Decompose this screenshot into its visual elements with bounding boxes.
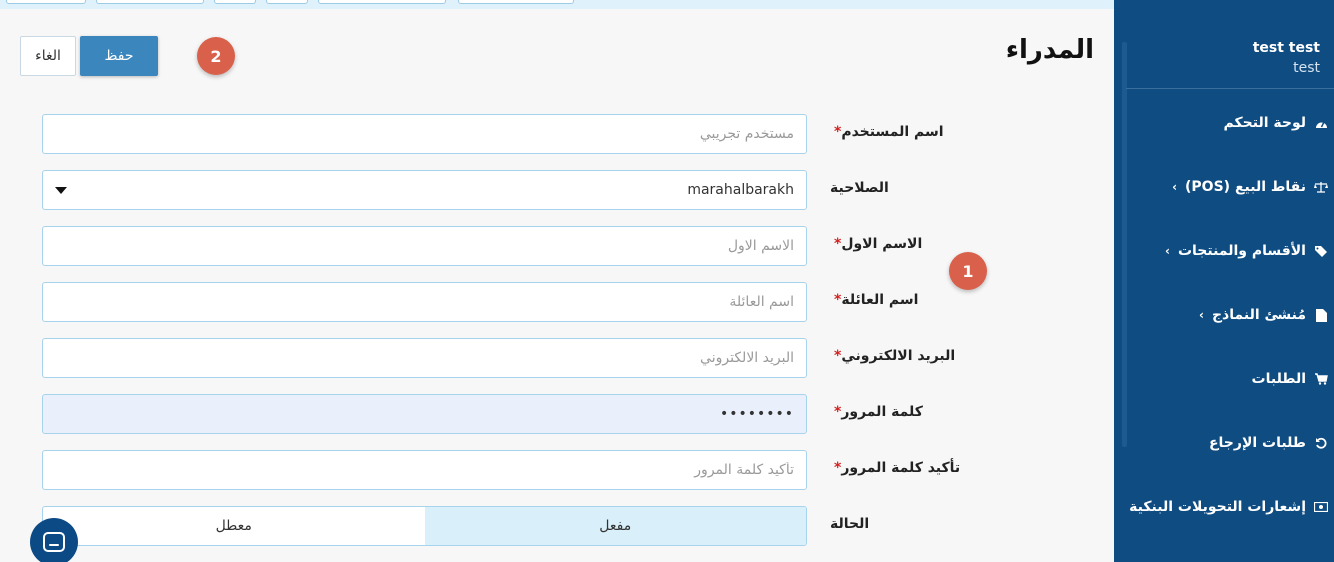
caret-down-icon (55, 187, 67, 194)
scale-icon (1314, 180, 1328, 194)
chevron-left-icon: ‹ (1165, 244, 1170, 258)
status-label: الحالة (830, 516, 870, 532)
first-name-label: الاسم الاول* (834, 236, 923, 252)
sidebar-item-label: طلبات الإرجاع (1208, 435, 1306, 451)
chat-launcher-button[interactable] (30, 518, 78, 562)
status-option-disabled[interactable]: معطل (43, 507, 425, 545)
chevron-left-icon: ‹ (1172, 180, 1178, 194)
user-role: test (1293, 60, 1320, 76)
toolbar-button[interactable] (6, 0, 86, 4)
first-name-input[interactable] (42, 226, 807, 266)
form-row-username: اسم المستخدم* (0, 114, 1114, 154)
sidebar-item-form-builder[interactable]: مُنشئ النماذج ‹ (1124, 300, 1334, 330)
sidebar-item-categories-products[interactable]: الأقسام والمنتجات ‹ (1124, 236, 1334, 266)
sidebar-item-label: الطلبات (1251, 371, 1306, 387)
sidebar-item-bank-transfers[interactable]: إشعارات التحويلات البنكية (1124, 492, 1334, 522)
sidebar-item-label: الأقسام والمنتجات (1177, 243, 1306, 259)
file-icon (1314, 308, 1328, 322)
confirm-password-label: تأكيد كلمة المرور* (834, 460, 961, 476)
sidebar: test test test لوحة التحكم نقاط البيع (P… (1114, 0, 1334, 562)
form-row-password: كلمة المرور* (0, 394, 1114, 434)
sidebar-item-label: إشعارات التحويلات البنكية (1129, 499, 1306, 515)
logo (1154, 0, 1334, 14)
money-icon (1314, 500, 1328, 514)
form-row-last-name: اسم العائلة* (0, 282, 1114, 322)
password-input[interactable] (42, 394, 807, 434)
chevron-left-icon: ‹ (1199, 308, 1204, 322)
role-label: الصلاحية (830, 180, 889, 196)
confirm-password-input[interactable] (42, 450, 807, 490)
user-name: test test (1252, 40, 1320, 56)
role-select-value: marahalbarakh (687, 182, 794, 198)
username-input[interactable] (42, 114, 807, 154)
chat-icon (43, 532, 65, 552)
status-toggle: معطل مفعل (42, 506, 807, 546)
role-select[interactable]: marahalbarakh (42, 170, 807, 210)
top-toolbar-strip (0, 0, 1114, 9)
divider (1126, 88, 1334, 89)
form-row-email: البريد الالكتروني* (0, 338, 1114, 378)
undo-icon (1314, 436, 1328, 450)
sidebar-item-orders[interactable]: الطلبات (1124, 364, 1334, 394)
save-button[interactable]: حفظ (80, 36, 158, 76)
toolbar-button[interactable] (266, 0, 308, 4)
step-badge-2: 2 (197, 37, 235, 75)
last-name-input[interactable] (42, 282, 807, 322)
sidebar-item-label: مُنشئ النماذج (1211, 307, 1306, 323)
sidebar-item-label: نقاط البيع (POS) (1185, 179, 1306, 195)
email-label: البريد الالكتروني* (834, 348, 956, 364)
email-input[interactable] (42, 338, 807, 378)
sidebar-item-pos[interactable]: نقاط البيع (POS) ‹ (1124, 172, 1334, 202)
tag-icon (1314, 244, 1328, 258)
form-row-confirm-password: تأكيد كلمة المرور* (0, 450, 1114, 490)
sidebar-item-returns[interactable]: طلبات الإرجاع (1124, 428, 1334, 458)
toolbar-button[interactable] (214, 0, 256, 4)
form-row-status: معطل مفعل الحالة (0, 506, 1114, 546)
cancel-button[interactable]: الغاء (20, 36, 76, 76)
sidebar-item-dashboard[interactable]: لوحة التحكم (1124, 108, 1334, 138)
toolbar-button[interactable] (458, 0, 574, 4)
main-content: المدراء حفظ الغاء 2 1 اسم المستخدم* mara… (0, 9, 1114, 562)
status-option-enabled[interactable]: مفعل (424, 507, 806, 545)
form-row-role: marahalbarakh الصلاحية (0, 170, 1114, 210)
cart-icon (1314, 372, 1328, 386)
username-label: اسم المستخدم* (834, 124, 944, 140)
sidebar-item-label: لوحة التحكم (1223, 115, 1306, 131)
password-label: كلمة المرور* (834, 404, 923, 420)
last-name-label: اسم العائلة* (834, 292, 919, 308)
form-row-first-name: الاسم الاول* (0, 226, 1114, 266)
toolbar-button[interactable] (318, 0, 446, 4)
toolbar-button[interactable] (96, 0, 204, 4)
dashboard-icon (1314, 116, 1328, 130)
page-title: المدراء (1005, 35, 1094, 65)
